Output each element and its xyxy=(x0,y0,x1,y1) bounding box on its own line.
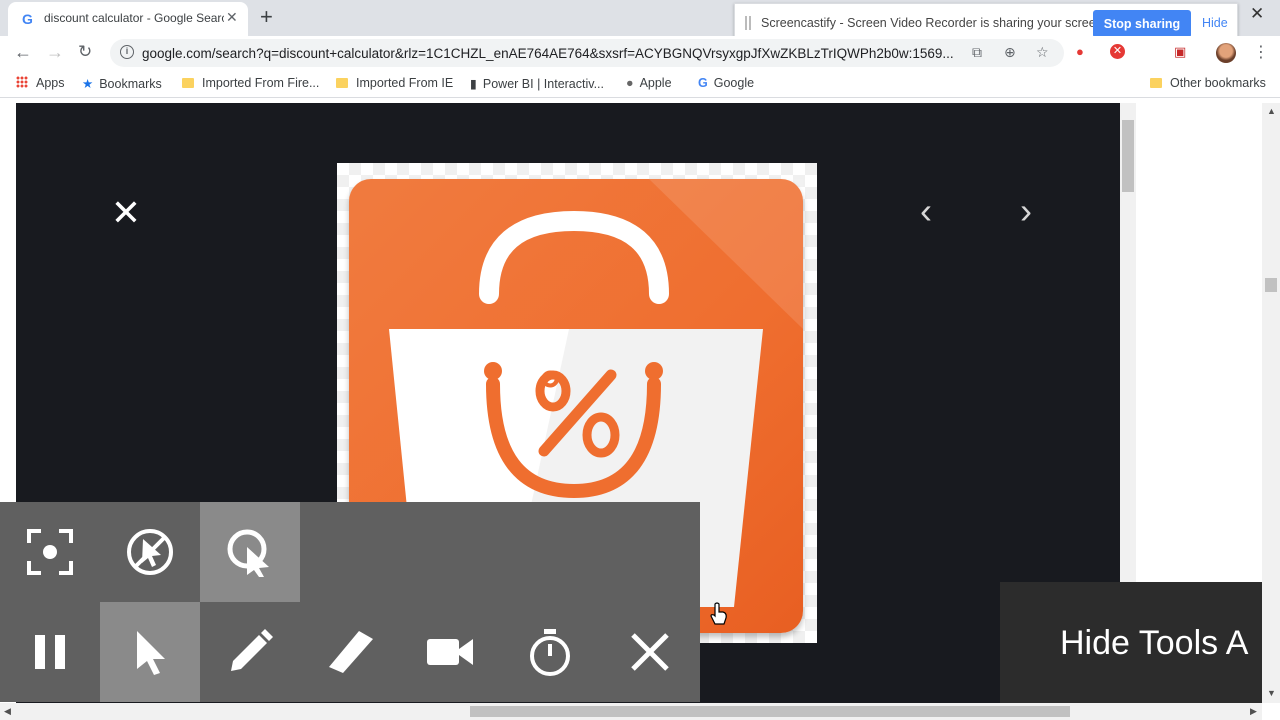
blocker-extension-icon[interactable]: ✕ xyxy=(1110,44,1125,59)
folder-icon xyxy=(1150,78,1162,88)
hand-cursor-icon xyxy=(710,602,727,625)
bookmark-imported-ie[interactable]: Imported From IE xyxy=(336,76,453,90)
eraser-icon xyxy=(329,631,373,673)
share-message: Screencastify - Screen Video Recorder is… xyxy=(761,16,1107,30)
spotlight-button[interactable] xyxy=(0,502,100,602)
tab-close-icon[interactable]: ✕ xyxy=(226,9,238,26)
address-bar[interactable]: i google.com/search?q=discount+calculato… xyxy=(110,39,1064,67)
apps-grid-icon xyxy=(16,76,28,88)
highlight-click-button[interactable] xyxy=(200,502,300,602)
eraser-tool-button[interactable] xyxy=(300,602,400,702)
bookmark-apple[interactable]: ● Apple xyxy=(626,76,672,90)
close-tools-button[interactable] xyxy=(600,602,700,702)
menu-dots-icon[interactable]: ⋮ xyxy=(1253,42,1269,62)
cursor-off-icon xyxy=(127,529,173,575)
horizontal-scroll-thumb[interactable] xyxy=(470,706,1070,717)
window-close-icon[interactable]: ✕ xyxy=(1250,4,1264,24)
close-icon xyxy=(631,633,669,671)
new-tab-icon[interactable]: + xyxy=(260,4,273,30)
site-info-icon[interactable]: i xyxy=(120,45,134,59)
timer-button[interactable] xyxy=(500,602,600,702)
hide-cursor-button[interactable] xyxy=(100,502,200,602)
folder-icon xyxy=(336,78,348,88)
hide-tools-button[interactable]: Hide Tools A xyxy=(1000,582,1262,703)
arrow-cursor-icon xyxy=(137,631,165,675)
browser-toolbar: ← → ↻ i google.com/search?q=discount+cal… xyxy=(0,36,1280,70)
star-icon: ★ xyxy=(82,77,94,91)
focus-frame-icon xyxy=(27,529,73,575)
bookmarks-bar: Apps ★ Bookmarks Imported From Fire... Im… xyxy=(0,70,1280,98)
scroll-left-icon[interactable]: ◀ xyxy=(4,706,11,717)
profile-avatar[interactable] xyxy=(1216,43,1236,63)
bookmark-powerbi[interactable]: ▮ Power BI | Interactiv... xyxy=(470,76,604,91)
bookmark-apps[interactable]: Apps xyxy=(16,76,65,90)
page-scroll-thumb[interactable] xyxy=(1265,278,1277,292)
viewer-next-icon[interactable]: › xyxy=(1008,193,1044,231)
viewer-prev-icon[interactable]: ‹ xyxy=(908,193,944,231)
back-icon[interactable]: ← xyxy=(14,42,32,63)
screencastify-extension-icon[interactable]: ● xyxy=(1076,44,1084,59)
bookmark-bookmarks[interactable]: ★ Bookmarks xyxy=(82,76,162,91)
tab-discount-calculator[interactable]: G discount calculator - Google Search ✕ xyxy=(8,2,248,36)
google-favicon-icon: G xyxy=(22,11,33,27)
stopwatch-icon xyxy=(530,629,570,676)
pen-tool-button[interactable] xyxy=(200,602,300,702)
bookmark-google[interactable]: G Google xyxy=(698,76,754,90)
tab-title: discount calculator - Google Search xyxy=(44,11,224,25)
drag-grip-icon[interactable] xyxy=(745,16,751,30)
pause-icon xyxy=(35,635,65,669)
address-url[interactable]: google.com/search?q=discount+calculator&… xyxy=(142,46,962,61)
viewer-close-icon[interactable]: ✕ xyxy=(108,195,144,231)
scroll-down-icon[interactable]: ▼ xyxy=(1267,688,1276,698)
bookmark-imported-firefox[interactable]: Imported From Fire... xyxy=(182,76,319,90)
pause-button[interactable] xyxy=(0,602,100,702)
translate-icon[interactable]: ⧉ xyxy=(972,44,982,61)
google-icon: G xyxy=(698,76,708,90)
bookmark-star-icon[interactable]: ☆ xyxy=(1036,44,1049,61)
page-scrollbar[interactable] xyxy=(1262,103,1280,703)
reload-icon[interactable]: ↻ xyxy=(78,42,92,62)
pencil-icon xyxy=(231,629,273,671)
screencastify-toolbar xyxy=(0,502,700,702)
viewer-scroll-thumb[interactable] xyxy=(1122,120,1134,192)
shield-extension-icon[interactable]: ▣ xyxy=(1174,44,1186,60)
hide-tools-label: Hide Tools A xyxy=(1060,624,1249,662)
hide-share-button[interactable]: Hide xyxy=(1202,16,1228,30)
webcam-button[interactable] xyxy=(400,602,500,702)
scroll-up-icon[interactable]: ▲ xyxy=(1267,106,1276,116)
scroll-right-icon[interactable]: ▶ xyxy=(1250,706,1257,717)
forward-icon[interactable]: → xyxy=(46,42,64,63)
stop-sharing-button[interactable]: Stop sharing xyxy=(1093,10,1191,38)
bookmark-other[interactable]: Other bookmarks xyxy=(1150,76,1266,90)
cursor-highlight-icon xyxy=(227,529,269,577)
powerbi-icon: ▮ xyxy=(470,77,477,91)
apple-icon: ● xyxy=(626,76,634,90)
video-camera-icon xyxy=(427,639,473,665)
zoom-icon[interactable]: ⊕ xyxy=(1004,44,1016,61)
folder-icon xyxy=(182,78,194,88)
cursor-tool-button[interactable] xyxy=(100,602,200,702)
